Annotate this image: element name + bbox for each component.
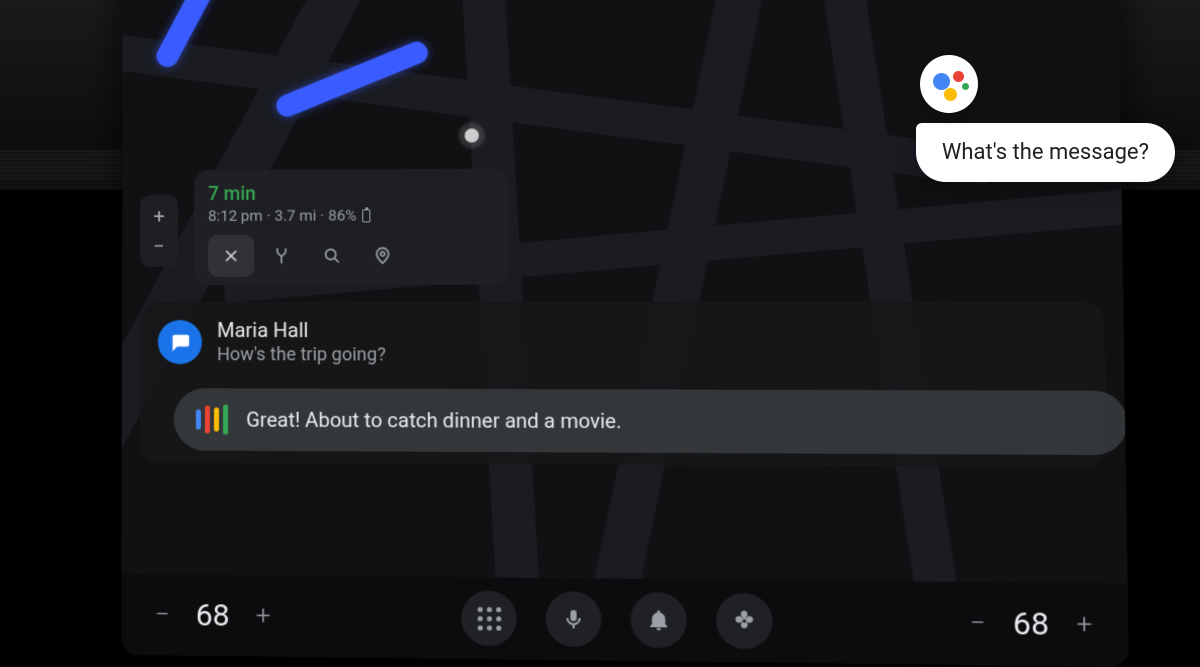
eta-details: 8:12 pm · 3.7 mi · 86% [208, 206, 493, 225]
climate-right: − 68 + [962, 605, 1101, 643]
assistant-reply-pill[interactable]: Great! About to catch dinner and a movie… [174, 388, 1128, 455]
location-puck [465, 128, 479, 142]
apps-grid-icon [477, 606, 501, 630]
fan-icon [732, 608, 757, 633]
eta-arrival-time: 8:12 pm [208, 207, 262, 225]
assistant-listening-icon [196, 405, 228, 433]
center-controls [461, 590, 773, 649]
places-button[interactable] [359, 234, 406, 276]
eta-duration: 7 min [208, 181, 493, 205]
close-navigation-button[interactable] [208, 235, 254, 277]
apps-launcher-button[interactable] [461, 590, 517, 646]
climate-left: − 68 + [147, 597, 278, 634]
alt-routes-icon [271, 246, 291, 266]
assistant-overlay: What's the message? [916, 55, 1175, 182]
map-road [577, 0, 809, 583]
navigation-eta-card[interactable]: 7 min 8:12 pm · 3.7 mi · 86% [194, 169, 508, 285]
notifications-button[interactable] [630, 592, 687, 648]
incoming-message-card[interactable]: Maria Hall How's the trip going? Great! … [140, 302, 1107, 468]
reply-draft-text: Great! About to catch dinner and a movie… [246, 408, 621, 434]
search-icon [322, 246, 342, 266]
zoom-in-button[interactable]: + [144, 201, 174, 231]
zoom-control: + − [140, 195, 178, 267]
message-preview: How's the trip going? [217, 344, 386, 365]
hvac-fan-button[interactable] [716, 593, 773, 649]
alt-routes-button[interactable] [258, 235, 304, 277]
notifications-icon [646, 608, 671, 633]
battery-icon [363, 209, 371, 222]
close-icon [221, 246, 241, 266]
climate-left-decrease[interactable]: − [147, 600, 177, 631]
message-sender: Maria Hall [217, 318, 386, 342]
climate-right-decrease[interactable]: − [962, 608, 994, 640]
search-button[interactable] [309, 235, 356, 277]
voice-assistant-button[interactable] [545, 591, 601, 647]
climate-right-increase[interactable]: + [1068, 609, 1101, 641]
messages-app-icon [158, 320, 202, 364]
microphone-icon [561, 607, 586, 632]
assistant-prompt-bubble: What's the message? [916, 123, 1175, 182]
climate-left-temp[interactable]: 68 [196, 597, 230, 633]
nav-actions-row [208, 234, 494, 277]
climate-right-temp[interactable]: 68 [1013, 606, 1050, 643]
climate-left-increase[interactable]: + [248, 601, 278, 632]
eta-distance: 3.7 mi [275, 207, 317, 225]
google-assistant-icon[interactable] [920, 55, 978, 113]
place-pin-icon [372, 245, 392, 265]
eta-battery: 86% [328, 206, 356, 224]
zoom-out-button[interactable]: − [144, 231, 174, 261]
